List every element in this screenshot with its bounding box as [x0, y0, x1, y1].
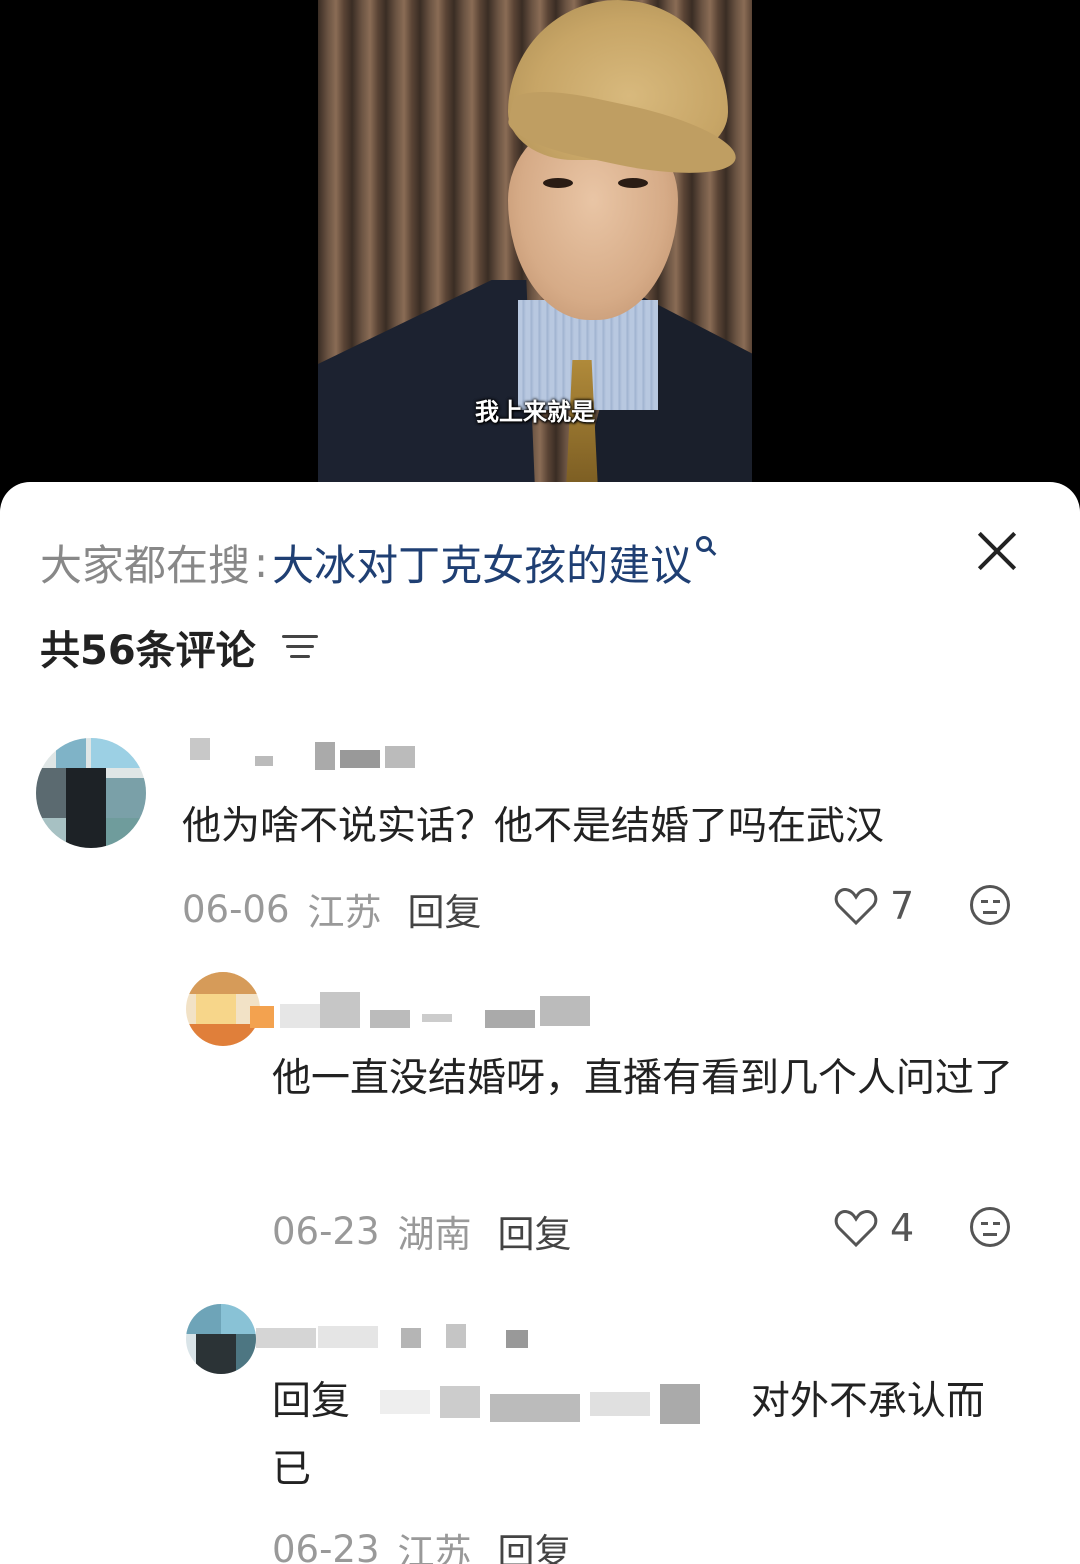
- video-figure-eye: [543, 178, 573, 188]
- reply-to-prefix: 回复: [272, 1379, 351, 1424]
- comment-meta: 06-23 江苏 回复: [272, 1522, 572, 1564]
- video-subtitle: 我上来就是: [475, 398, 595, 426]
- comments-sheet: 大家都在搜 : 大冰对丁克女孩的建议 共56条评论 他为啥不说实话？他不是结婚了…: [0, 482, 1080, 1564]
- comment-text: 回复 对外不承认而已: [272, 1368, 1012, 1504]
- reply-button[interactable]: 回复: [498, 1522, 572, 1564]
- video-figure-eye: [618, 178, 648, 188]
- reply-to-username-redacted[interactable]: [380, 1383, 720, 1424]
- comment-region: 江苏: [397, 1531, 472, 1564]
- avatar[interactable]: [186, 1304, 256, 1374]
- video-frame[interactable]: 我上来就是: [318, 0, 752, 482]
- username-redacted[interactable]: [256, 1320, 536, 1360]
- reply-item: 回复 对外不承认而已 06-23 江苏 回复: [0, 482, 1080, 1564]
- comment-date: 06-23: [272, 1527, 380, 1564]
- video-player[interactable]: 我上来就是: [0, 0, 1080, 500]
